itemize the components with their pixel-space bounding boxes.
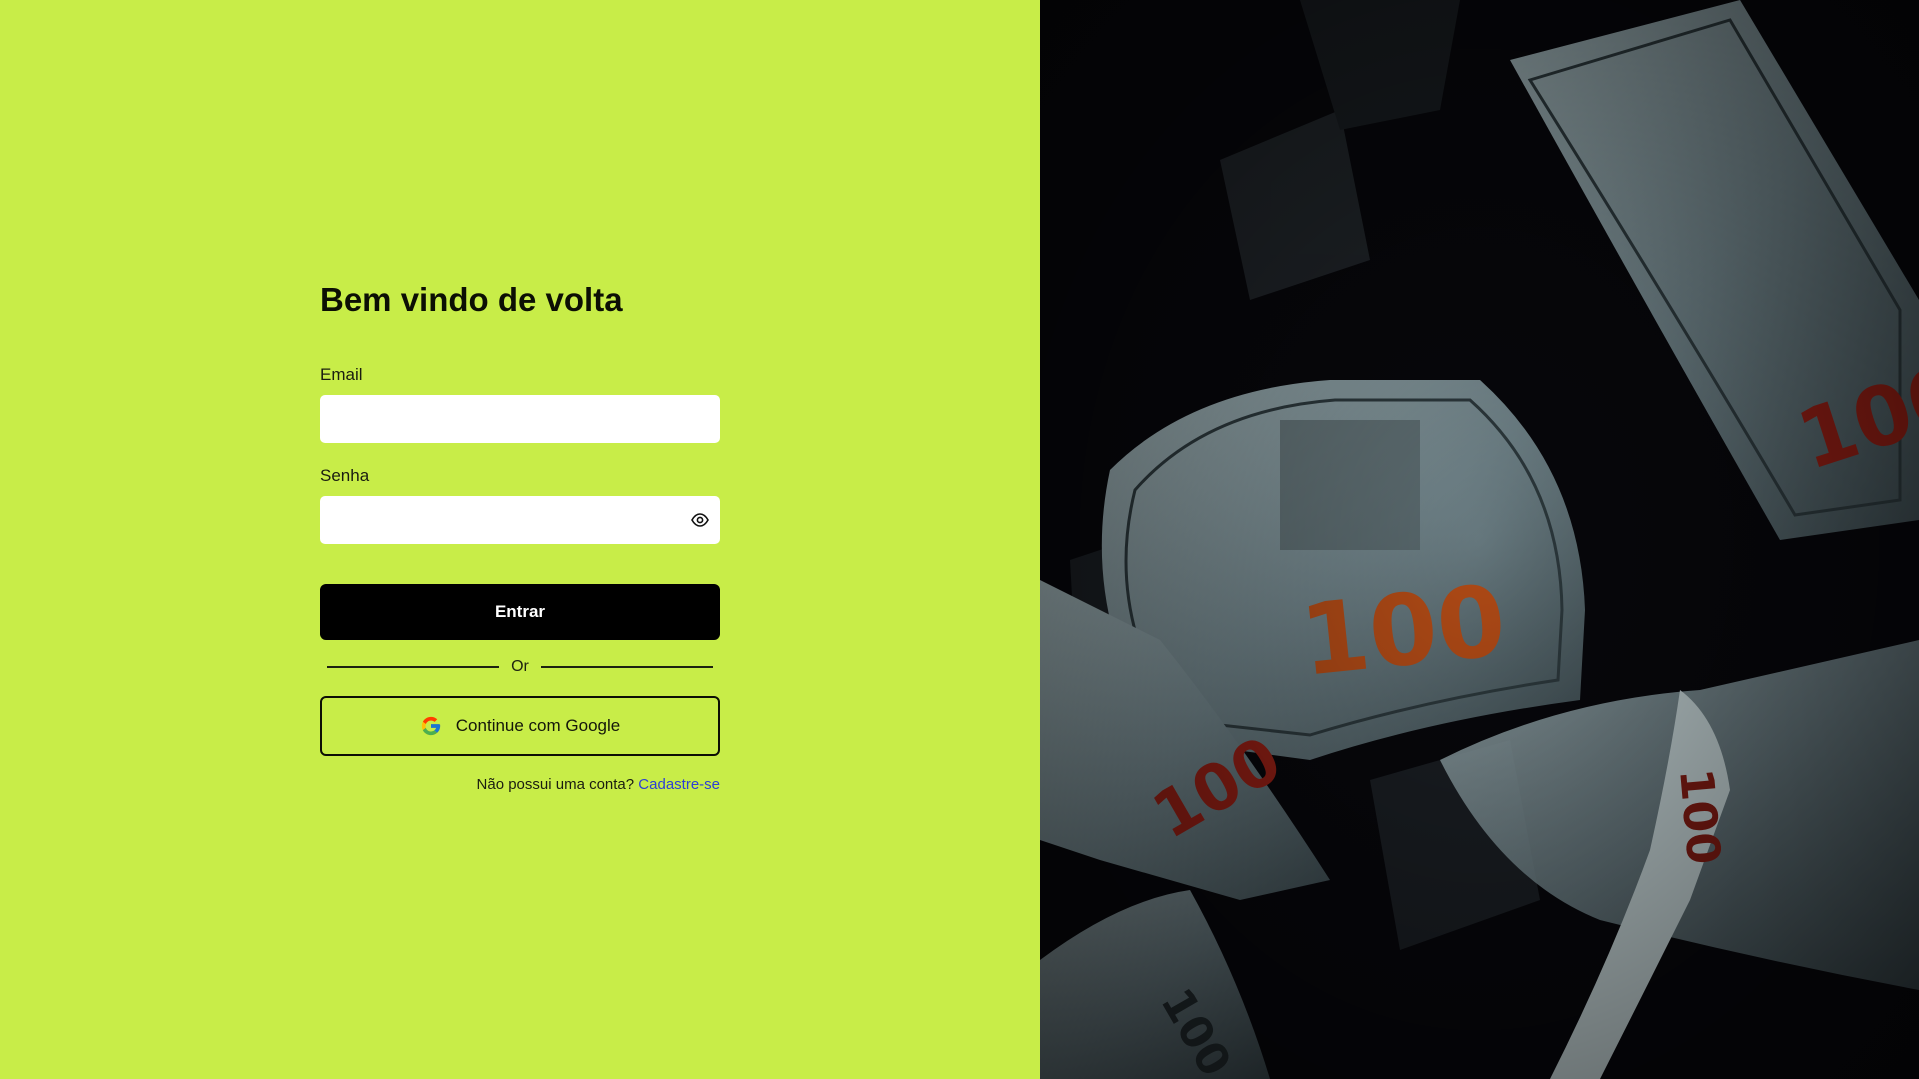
page-title: Bem vindo de volta — [320, 281, 623, 318]
google-icon — [420, 715, 442, 737]
email-field[interactable] — [320, 395, 720, 443]
login-panel: Bem vindo de volta Email Senha Entrar Or — [0, 0, 1040, 1079]
password-field[interactable] — [320, 496, 720, 544]
hero-image: 100 100 100 100 1 — [1040, 0, 1919, 1079]
divider-line-left — [327, 666, 499, 668]
login-submit-button[interactable]: Entrar — [320, 584, 720, 640]
signup-prompt: Não possui uma conta? Cadastre-se — [320, 776, 720, 793]
eye-icon[interactable] — [688, 508, 712, 532]
email-field-wrapper — [320, 395, 720, 443]
email-label: Email — [320, 365, 363, 384]
divider-line-right — [541, 666, 713, 668]
google-login-button[interactable]: Continue com Google — [320, 696, 720, 756]
money-illustration: 100 100 100 100 1 — [1040, 0, 1919, 1079]
password-label: Senha — [320, 466, 370, 485]
password-field-wrapper — [320, 496, 720, 544]
signup-link[interactable]: Cadastre-se — [638, 776, 720, 793]
signup-prompt-text: Não possui uma conta? — [476, 776, 635, 793]
divider-text: Or — [511, 658, 529, 675]
or-divider: Or — [320, 654, 720, 680]
login-form: Bem vindo de volta Email Senha Entrar Or — [320, 276, 720, 793]
google-button-label: Continue com Google — [455, 716, 621, 735]
login-page: Bem vindo de volta Email Senha Entrar Or — [0, 0, 1919, 1079]
